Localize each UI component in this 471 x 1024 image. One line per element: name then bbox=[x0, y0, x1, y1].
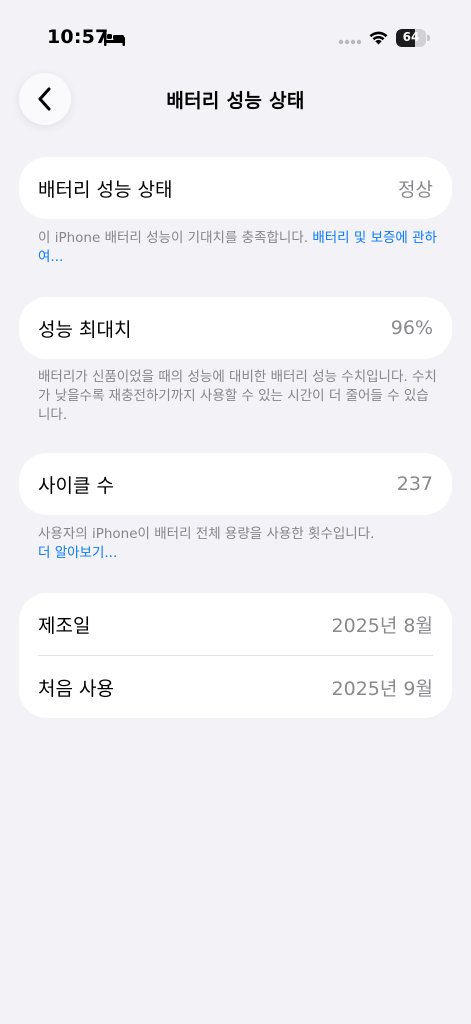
battery-icon: 64 bbox=[396, 29, 426, 47]
max-capacity-label: 성능 최대치 bbox=[38, 318, 132, 341]
first-use-label: 처음 사용 bbox=[38, 677, 114, 700]
manufacture-date-row: 제조일 2025년 8월 bbox=[19, 593, 452, 655]
page-title: 배터리 성능 상태 bbox=[166, 90, 305, 112]
battery-health-card: 배터리 성능 상태 정상 bbox=[19, 157, 452, 219]
learn-more-link[interactable]: 더 알아보기... bbox=[38, 545, 117, 561]
battery-health-note-text: 이 iPhone 배터리 성능이 기대치를 충족합니다. bbox=[38, 230, 313, 246]
first-use-row: 처음 사용 2025년 9월 bbox=[19, 656, 452, 718]
max-capacity-value: 96% bbox=[390, 317, 433, 339]
dates-card: 제조일 2025년 8월 처음 사용 2025년 9월 bbox=[19, 593, 452, 718]
cycle-count-note-text: 사용자의 iPhone이 배터리 전체 용량을 사용한 횟수입니다. bbox=[38, 526, 375, 542]
battery-health-label: 배터리 성능 상태 bbox=[38, 178, 173, 201]
battery-health-value: 정상 bbox=[398, 178, 433, 201]
manufacture-date-label: 제조일 bbox=[38, 614, 91, 637]
battery-cap bbox=[427, 35, 430, 41]
battery-health-row: 배터리 성능 상태 정상 bbox=[19, 157, 452, 219]
cycle-count-label: 사이클 수 bbox=[38, 474, 114, 497]
max-capacity-card: 성능 최대치 96% bbox=[19, 297, 452, 359]
bed-icon bbox=[104, 31, 125, 46]
cellular-signal-icon bbox=[338, 39, 362, 45]
max-capacity-row: 성능 최대치 96% bbox=[19, 297, 452, 359]
screen: 10:57 64 배터리 성능 상태 배터리 성능 상태 정상 이 iPhone… bbox=[0, 0, 471, 1024]
cycle-count-value: 237 bbox=[396, 473, 433, 495]
cycle-count-row: 사이클 수 237 bbox=[19, 453, 452, 515]
status-time: 10:57 bbox=[47, 26, 109, 48]
status-bar: 10:57 64 bbox=[0, 0, 471, 60]
battery-level: 64 bbox=[402, 30, 420, 44]
cycle-count-note: 사용자의 iPhone이 배터리 전체 용량을 사용한 횟수입니다. 더 알아보… bbox=[38, 525, 438, 563]
cycle-count-card: 사이클 수 237 bbox=[19, 453, 452, 515]
manufacture-date-value: 2025년 8월 bbox=[331, 614, 433, 637]
battery-health-note: 이 iPhone 배터리 성능이 기대치를 충족합니다. 배터리 및 보증에 관… bbox=[38, 229, 438, 267]
max-capacity-note: 배터리가 신품이었을 때의 성능에 대비한 배터리 성능 수치입니다. 수치가 … bbox=[38, 369, 437, 423]
first-use-value: 2025년 9월 bbox=[331, 677, 433, 700]
wifi-icon bbox=[369, 31, 388, 45]
